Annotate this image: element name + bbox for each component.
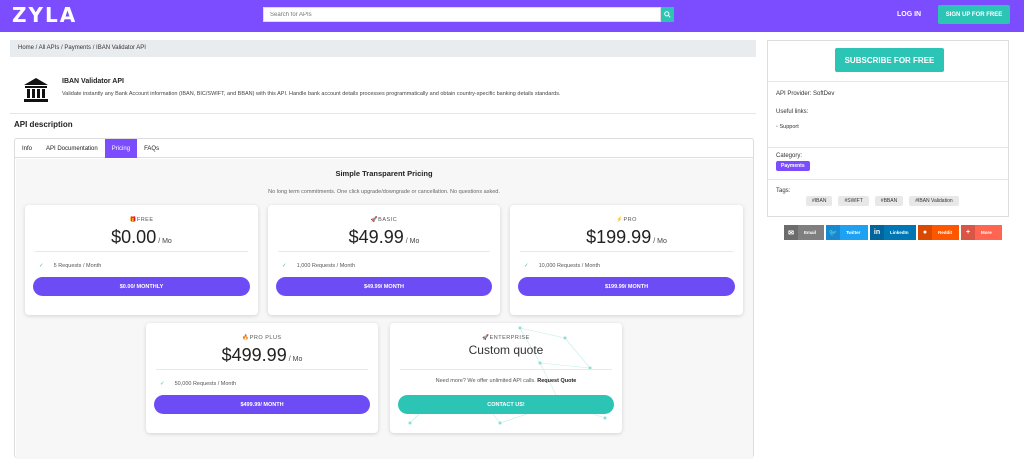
plan-button-pro[interactable]: $199.99/ MONTH: [518, 277, 735, 296]
divider: [520, 251, 733, 252]
tag[interactable]: #BBAN: [874, 196, 904, 206]
divider: [156, 369, 368, 370]
pricing-subtitle: No long term commitments. One click upgr…: [268, 189, 500, 195]
plan-card-pro: ⚡PRO $199.99/ Mo ✓ 10,000 Requests / Mont…: [510, 205, 743, 315]
share-email-button[interactable]: ✉ Email: [784, 225, 824, 240]
plan-name: 🎁FREE: [129, 217, 154, 223]
tab-api-documentation[interactable]: API Documentation: [39, 139, 105, 158]
zyla-logo[interactable]: ZYLA: [12, 3, 77, 27]
share-bar: ✉ Email 🐦 Twitter in LinkedIn ● Reddit + More: [784, 225, 1002, 240]
contact-us-button[interactable]: CONTACT US!: [398, 395, 614, 414]
plan-requests: ✓ 1,000 Requests / Month: [282, 263, 356, 269]
email-icon: ✉: [784, 225, 798, 240]
plan-card-basic: 🚀BASIC $49.99/ Mo ✓ 1,000 Requests / Mont…: [268, 205, 500, 315]
plan-button-basic[interactable]: $49.99/ MONTH: [276, 277, 492, 296]
tab-info[interactable]: Info: [15, 139, 39, 158]
divider: [35, 251, 248, 252]
search-icon: [664, 11, 671, 18]
linkedin-icon: in: [870, 225, 884, 240]
plan-name: 🔥PRO PLUS: [242, 335, 282, 341]
plan-name: ⚡PRO: [616, 217, 637, 223]
bank-icon: [24, 78, 48, 102]
plan-card-enterprise: 🚀ENTERPRISE Custom quote Need more? We o…: [390, 323, 622, 433]
request-quote-link[interactable]: Request Quote: [537, 378, 576, 384]
useful-links-label: Useful links:: [776, 109, 809, 115]
api-description: Validate instantly any Bank Account info…: [62, 91, 561, 97]
rocket-icon: 🚀: [482, 335, 490, 341]
enterprise-text: Need more? We offer unlimited API calls.…: [435, 378, 577, 384]
search-button[interactable]: [661, 7, 674, 22]
share-twitter-button[interactable]: 🐦 Twitter: [826, 225, 868, 240]
category-badge[interactable]: Payments: [776, 161, 810, 171]
tag[interactable]: #SWIFT: [838, 196, 869, 206]
plan-name: 🚀ENTERPRISE: [482, 335, 530, 341]
share-reddit-button[interactable]: ● Reddit: [918, 225, 959, 240]
plan-price: Custom quote: [468, 343, 544, 357]
fire-icon: 🔥: [242, 335, 250, 341]
check-icon: ✓: [282, 263, 287, 269]
divider: [768, 81, 1008, 82]
share-more-button[interactable]: + More: [961, 225, 1002, 240]
plan-button-free[interactable]: $0.00/ MONTHLY: [33, 277, 250, 296]
tab-bar: Info API Documentation Pricing FAQs: [15, 139, 753, 158]
plan-price: $0.00/ Mo: [111, 227, 172, 247]
search-input[interactable]: [263, 7, 661, 22]
tags-label: Tags:: [776, 188, 791, 194]
divider: [278, 251, 490, 252]
api-title: IBAN Validator API: [62, 78, 124, 85]
tag[interactable]: #IBAN: [806, 196, 833, 206]
login-link[interactable]: LOG IN: [897, 11, 921, 18]
plan-requests: ✓ 10,000 Requests / Month: [524, 263, 601, 269]
plan-card-free: 🎁FREE $0.00/ Mo ✓ 5 Requests / Month $0.0…: [25, 205, 258, 315]
section-title: API description: [14, 120, 73, 129]
plan-price: $49.99/ Mo: [348, 227, 420, 247]
search-bar: [263, 7, 674, 22]
tag-list: #IBAN #SWIFT #BBAN #IBAN Validation: [806, 196, 959, 206]
plan-requests: ✓ 50,000 Requests / Month: [160, 381, 237, 387]
twitter-icon: 🐦: [826, 225, 840, 240]
plan-button-pro-plus[interactable]: $499.99/ MONTH: [154, 395, 370, 414]
plan-name: 🚀BASIC: [370, 217, 398, 223]
subscribe-button[interactable]: SUBSCRIBE FOR FREE: [835, 48, 944, 72]
plus-icon: +: [961, 225, 975, 240]
tab-pricing[interactable]: Pricing: [104, 139, 138, 158]
plan-card-pro-plus: 🔥PRO PLUS $499.99/ Mo ✓ 50,000 Requests /…: [146, 323, 378, 433]
tag[interactable]: #IBAN Validation: [909, 196, 959, 206]
divider: [10, 113, 756, 114]
support-link[interactable]: ◦ Support: [776, 124, 799, 130]
plan-price: $199.99/ Mo: [586, 227, 667, 247]
divider: [400, 369, 612, 370]
divider: [768, 147, 1008, 148]
check-icon: ✓: [39, 263, 44, 269]
reddit-icon: ●: [918, 225, 932, 240]
plan-price: $499.99/ Mo: [221, 345, 303, 365]
top-bar: ZYLA LOG IN SIGN UP FOR FREE: [0, 0, 1024, 32]
category-label: Category:: [776, 153, 803, 159]
pricing-title: Simple Transparent Pricing: [335, 169, 433, 178]
subscribe-sidebar: SUBSCRIBE FOR FREE API Provider: SoftDev…: [767, 40, 1009, 217]
plan-requests: ✓ 5 Requests / Month: [39, 263, 102, 269]
signup-button[interactable]: SIGN UP FOR FREE: [938, 5, 1010, 24]
gift-icon: 🎁: [129, 217, 137, 223]
api-provider: API Provider: SoftDev: [776, 91, 835, 97]
divider: [768, 179, 1008, 180]
check-icon: ✓: [160, 381, 165, 387]
breadcrumb[interactable]: Home / All APIs / Payments / IBAN Valida…: [10, 40, 756, 57]
tab-faqs[interactable]: FAQs: [137, 139, 166, 158]
check-icon: ✓: [524, 263, 529, 269]
share-linkedin-button[interactable]: in LinkedIn: [870, 225, 916, 240]
